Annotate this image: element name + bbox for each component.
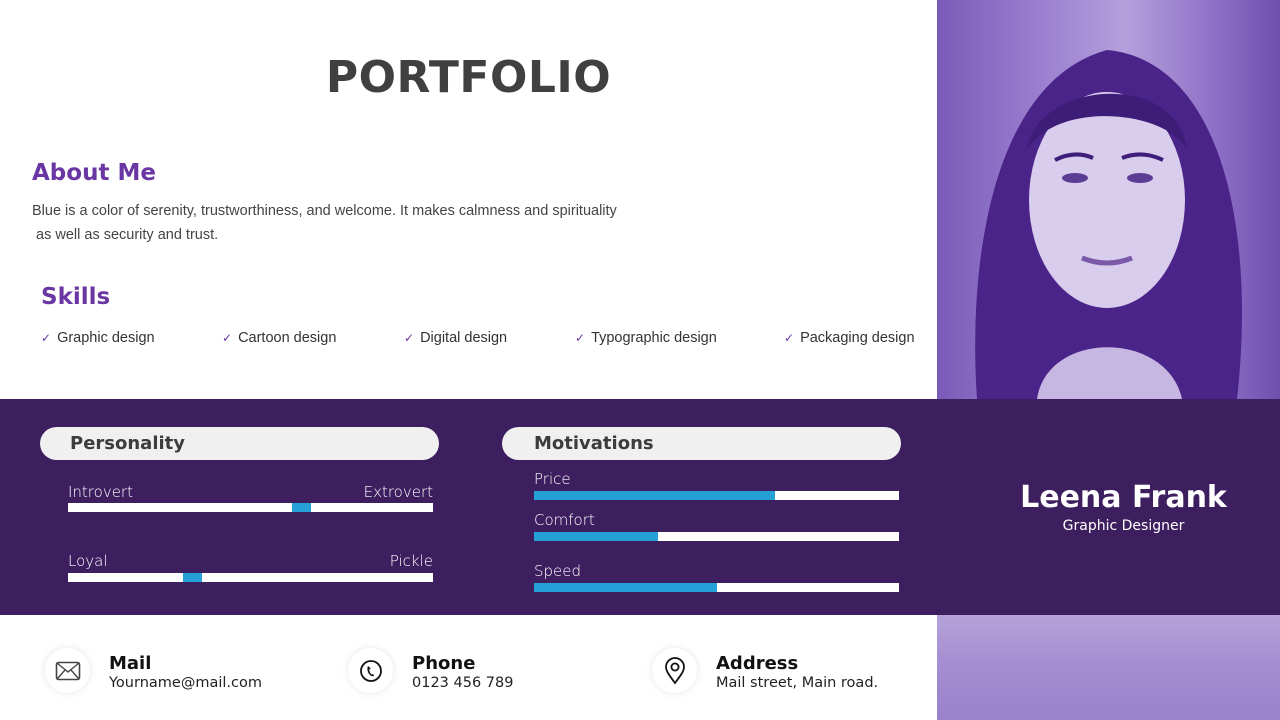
contact-title: Address: [716, 653, 799, 674]
skills-heading: Skills: [41, 284, 111, 310]
skill-item: ✓ Cartoon design: [222, 330, 336, 346]
about-text: Blue is a color of serenity, trustworthi…: [32, 199, 692, 247]
contact-phone-value[interactable]: 0123 456 789: [412, 675, 513, 691]
motivation-label: Comfort: [534, 511, 595, 529]
personality-scale-loyal-pickle: [68, 573, 433, 582]
check-icon: ✓: [784, 331, 795, 345]
personality-header: Personality: [40, 427, 439, 460]
scale-right-label: Pickle: [389, 552, 433, 570]
motivation-bar-comfort: [534, 532, 899, 541]
location-pin-icon: [652, 648, 697, 693]
contact-mail-value[interactable]: Yourname@mail.com: [109, 675, 262, 691]
scale-marker: [183, 573, 202, 582]
about-text-line: Blue is a color of serenity, trustworthi…: [32, 203, 617, 219]
motivation-bar-speed: [534, 583, 899, 592]
skill-item: ✓ Digital design: [404, 330, 507, 346]
about-heading: About Me: [32, 160, 156, 186]
scale-left-label: Loyal: [68, 552, 108, 570]
scale-left-label: Introvert: [68, 483, 133, 501]
profile-name: Leena Frank: [1020, 480, 1227, 515]
check-icon: ✓: [575, 331, 586, 345]
portrait-photo-lower: [937, 615, 1280, 720]
motivation-label: Price: [534, 470, 571, 488]
scale-marker: [292, 503, 311, 512]
check-icon: ✓: [404, 331, 415, 345]
motivations-header: Motivations: [502, 427, 901, 460]
page-title: PORTFOLIO: [325, 52, 612, 103]
skill-label: Graphic design: [57, 330, 155, 346]
profile-role: Graphic Designer: [1062, 518, 1185, 534]
skill-item: ✓ Packaging design: [784, 330, 915, 346]
motivation-label: Speed: [534, 562, 582, 580]
check-icon: ✓: [41, 331, 52, 345]
skill-label: Digital design: [420, 330, 508, 346]
about-text-line: as well as security and trust.: [32, 227, 219, 243]
motivation-fill: [534, 491, 775, 500]
skill-item: ✓ Graphic design: [41, 330, 155, 346]
contact-title: Phone: [412, 653, 476, 674]
portrait-illustration: [975, 50, 1242, 399]
motivation-fill: [534, 583, 717, 592]
phone-icon: [348, 648, 393, 693]
motivation-fill: [534, 532, 659, 541]
contact-address-value: Mail street, Main road.: [716, 675, 879, 691]
skill-item: ✓ Typographic design: [575, 330, 717, 346]
scale-right-label: Extrovert: [363, 483, 433, 501]
skill-label: Typographic design: [591, 330, 717, 346]
mail-icon: [45, 648, 90, 693]
check-icon: ✓: [222, 331, 233, 345]
contact-title: Mail: [109, 653, 152, 674]
motivation-bar-price: [534, 491, 899, 500]
skill-label: Cartoon design: [238, 330, 337, 346]
skill-label: Packaging design: [800, 330, 915, 346]
portrait-photo: [937, 0, 1280, 399]
personality-scale-introvert-extrovert: [68, 503, 433, 512]
